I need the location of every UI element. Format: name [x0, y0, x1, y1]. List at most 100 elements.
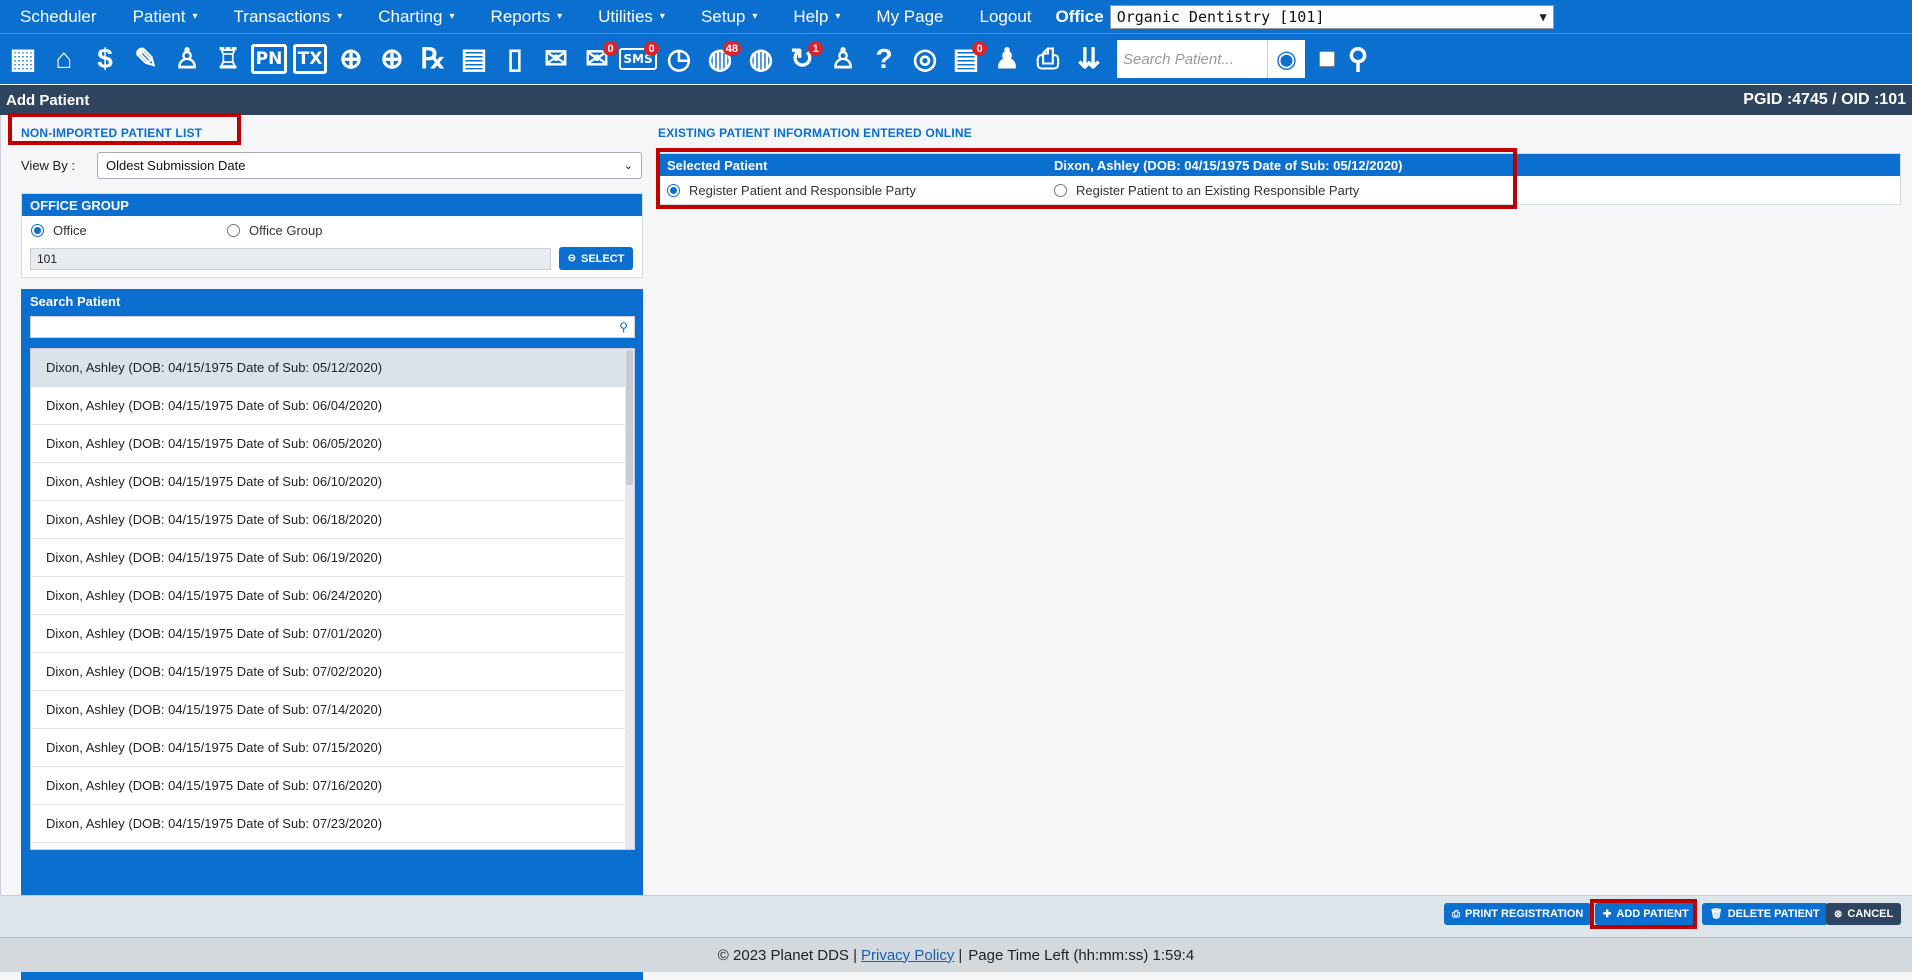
- radio-office-group-label: Office Group: [249, 223, 323, 238]
- menu-reports[interactable]: Reports ▾: [471, 0, 579, 33]
- document-glyph: ▯: [507, 43, 523, 74]
- mail-icon[interactable]: ✉: [537, 39, 575, 79]
- radio-office-dot: [31, 224, 44, 237]
- print-glyph: ⎙: [1036, 43, 1060, 74]
- clock-icon[interactable]: ◷: [660, 39, 698, 79]
- patient-list-item[interactable]: Dixon, Ashley (DOB: 04/15/1975 Date of S…: [31, 767, 634, 805]
- main-content: NON-IMPORTED PATIENT LIST View By : Olde…: [0, 113, 1912, 980]
- user-search-icon[interactable]: ◉: [1267, 40, 1305, 78]
- caret-down-icon: ▾: [659, 11, 665, 22]
- document-icon[interactable]: ▯: [496, 39, 534, 79]
- patient-list-item[interactable]: Dixon, Ashley (DOB: 04/15/1975 Date of S…: [31, 729, 634, 767]
- caret-down-icon: ▾: [835, 11, 841, 22]
- menu-charting[interactable]: Charting ▾: [358, 0, 470, 33]
- menu-help[interactable]: Help ▾: [773, 0, 856, 33]
- office-id-value: 101: [37, 252, 58, 266]
- office-id-field[interactable]: 101: [30, 248, 551, 270]
- patient-list-search-input[interactable]: ⚲: [30, 316, 635, 338]
- office-group-panel: OFFICE GROUP Office Office Group 101 ⊖ S…: [21, 193, 643, 278]
- patient-list-item[interactable]: Dixon, Ashley (DOB: 04/15/1975 Date of S…: [31, 691, 634, 729]
- notification-badge: 0: [972, 41, 987, 56]
- notification-badge: 1: [808, 41, 823, 56]
- highlight-box-add-patient: [1590, 899, 1697, 929]
- page-title: Add Patient: [6, 91, 90, 109]
- menu-setup[interactable]: Setup ▾: [681, 0, 773, 33]
- group-search-icon[interactable]: ⚲: [1339, 39, 1377, 79]
- delete-patient-button[interactable]: 🗑 DELETE PATIENT: [1702, 903, 1828, 925]
- privacy-policy-link[interactable]: Privacy Policy: [861, 947, 954, 964]
- patient-search-input[interactable]: Search Patient...: [1117, 40, 1267, 78]
- patient-list-item[interactable]: Dixon, Ashley (DOB: 04/15/1975 Date of S…: [31, 577, 634, 615]
- ledger-glyph: $: [97, 43, 113, 74]
- treatment-icon[interactable]: TX: [291, 39, 329, 79]
- print-registration-button[interactable]: ⎙ PRINT REGISTRATION: [1444, 903, 1592, 925]
- online-patients-icon[interactable]: ◍ 48: [701, 39, 741, 79]
- expand-icon[interactable]: ⇊: [1070, 39, 1108, 79]
- menu-label: Reports: [490, 6, 551, 26]
- prescription-icon[interactable]: ℞: [414, 39, 452, 79]
- globe-user-icon[interactable]: ◍: [742, 39, 780, 79]
- progress-notes-icon[interactable]: PN: [250, 39, 288, 79]
- patient-list-item[interactable]: Dixon, Ashley (DOB: 04/15/1975 Date of S…: [31, 463, 634, 501]
- messages-icon[interactable]: ✉ 0: [578, 39, 618, 79]
- menu-scheduler[interactable]: Scheduler: [0, 0, 113, 33]
- menu-utilities[interactable]: Utilities ▾: [578, 0, 681, 33]
- tooth-icon[interactable]: ♙: [824, 39, 862, 79]
- menu-label: My Page: [876, 6, 944, 26]
- ledger-icon[interactable]: $: [86, 39, 124, 79]
- list-scrollbar[interactable]: [625, 349, 634, 849]
- tooth-chart-icon[interactable]: ♙: [168, 39, 206, 79]
- perio-icon[interactable]: ♖: [209, 39, 247, 79]
- calendar-glyph: ▦: [9, 43, 37, 74]
- patient-list-item[interactable]: Dixon, Ashley (DOB: 04/15/1975 Date of S…: [31, 425, 634, 463]
- menu-transactions[interactable]: Transactions ▾: [214, 0, 359, 33]
- sync-icon[interactable]: ↻ 1: [783, 39, 823, 79]
- web-icon[interactable]: ◎: [906, 39, 944, 79]
- patient-list-item[interactable]: Dixon, Ashley (DOB: 04/15/1975 Date of S…: [31, 615, 634, 653]
- cancel-label: CANCEL: [1847, 908, 1894, 920]
- tooth-question-glyph: ?: [875, 43, 893, 74]
- caret-down-icon: ▾: [752, 11, 758, 22]
- view-by-select[interactable]: Oldest Submission Date ⌄: [97, 152, 642, 179]
- group-icon[interactable]: ♟: [988, 39, 1026, 79]
- calendar-icon[interactable]: ▦: [4, 39, 42, 79]
- select-button[interactable]: ⊖ SELECT: [559, 247, 633, 270]
- office-select[interactable]: Organic Dentistry [101] ▼: [1109, 4, 1554, 29]
- clock-glyph: ◷: [666, 43, 692, 74]
- menu-my-page[interactable]: My Page: [856, 0, 959, 33]
- add-family-icon[interactable]: ⊕: [373, 39, 411, 79]
- patient-list-item[interactable]: Dixon, Ashley (DOB: 04/15/1975 Date of S…: [31, 349, 634, 387]
- home-icon[interactable]: ⌂: [45, 39, 83, 79]
- radio-office[interactable]: Office: [31, 223, 87, 238]
- patient-list: Dixon, Ashley (DOB: 04/15/1975 Date of S…: [30, 348, 635, 850]
- edit-icon[interactable]: ✎: [127, 39, 165, 79]
- forms-icon[interactable]: ▤ 0: [947, 39, 987, 79]
- patient-list-item[interactable]: Dixon, Ashley (DOB: 04/15/1975 Date of S…: [31, 653, 634, 691]
- add-patient-icon[interactable]: ⊕: [332, 39, 370, 79]
- print-icon[interactable]: ⎙: [1029, 39, 1067, 79]
- action-bar: ⎙ PRINT REGISTRATION ✚ ADD PATIENT 🗑 DEL…: [0, 895, 1912, 937]
- page-title-bar: Add Patient PGID :4745 / OID :101: [0, 85, 1912, 115]
- patient-list-item[interactable]: Dixon, Ashley (DOB: 04/15/1975 Date of S…: [31, 539, 634, 577]
- patient-list-item[interactable]: Dixon, Ashley (DOB: 04/15/1975 Date of S…: [31, 805, 634, 843]
- office-label: Office: [1055, 6, 1104, 26]
- group-search-checkbox[interactable]: [1319, 51, 1335, 67]
- notes-icon[interactable]: ▤: [455, 39, 493, 79]
- page-time-left: Page Time Left (hh:mm:ss) 1:59:4: [968, 946, 1195, 964]
- web-glyph: ◎: [912, 43, 938, 74]
- menu-logout[interactable]: Logout: [960, 0, 1048, 33]
- caret-down-icon: ▾: [337, 11, 343, 22]
- patient-list-item[interactable]: Dixon, Ashley (DOB: 04/15/1975 Date of S…: [31, 501, 634, 539]
- patient-list-item[interactable]: Dixon, Ashley (DOB: 04/15/1975 Date of S…: [31, 387, 634, 425]
- radio-office-group[interactable]: Office Group: [227, 223, 322, 238]
- delete-patient-label: DELETE PATIENT: [1727, 908, 1820, 920]
- cancel-button[interactable]: ⊗ CANCEL: [1826, 903, 1902, 925]
- menu-patient[interactable]: Patient ▾: [113, 0, 214, 33]
- expand-glyph: ⇊: [1077, 43, 1101, 74]
- icon-toolbar: ▦ ⌂ $ ✎ ♙ ♖ PN TX ⊕ ⊕ ℞ ▤ ▯ ✉ ✉ 0 SMS 0 ◷ ◍ 48 ◍ ↻ 1 ♙? ◎ ▤ 0 ♟ ⎙ ⇊ Se…: [0, 33, 1912, 84]
- search-icon[interactable]: ⚲: [619, 320, 628, 334]
- tooth-question-icon[interactable]: ?: [865, 39, 903, 79]
- notification-badge: 0: [603, 41, 618, 56]
- list-scrollbar-thumb[interactable]: [626, 350, 633, 485]
- sms-icon[interactable]: SMS 0: [619, 39, 659, 79]
